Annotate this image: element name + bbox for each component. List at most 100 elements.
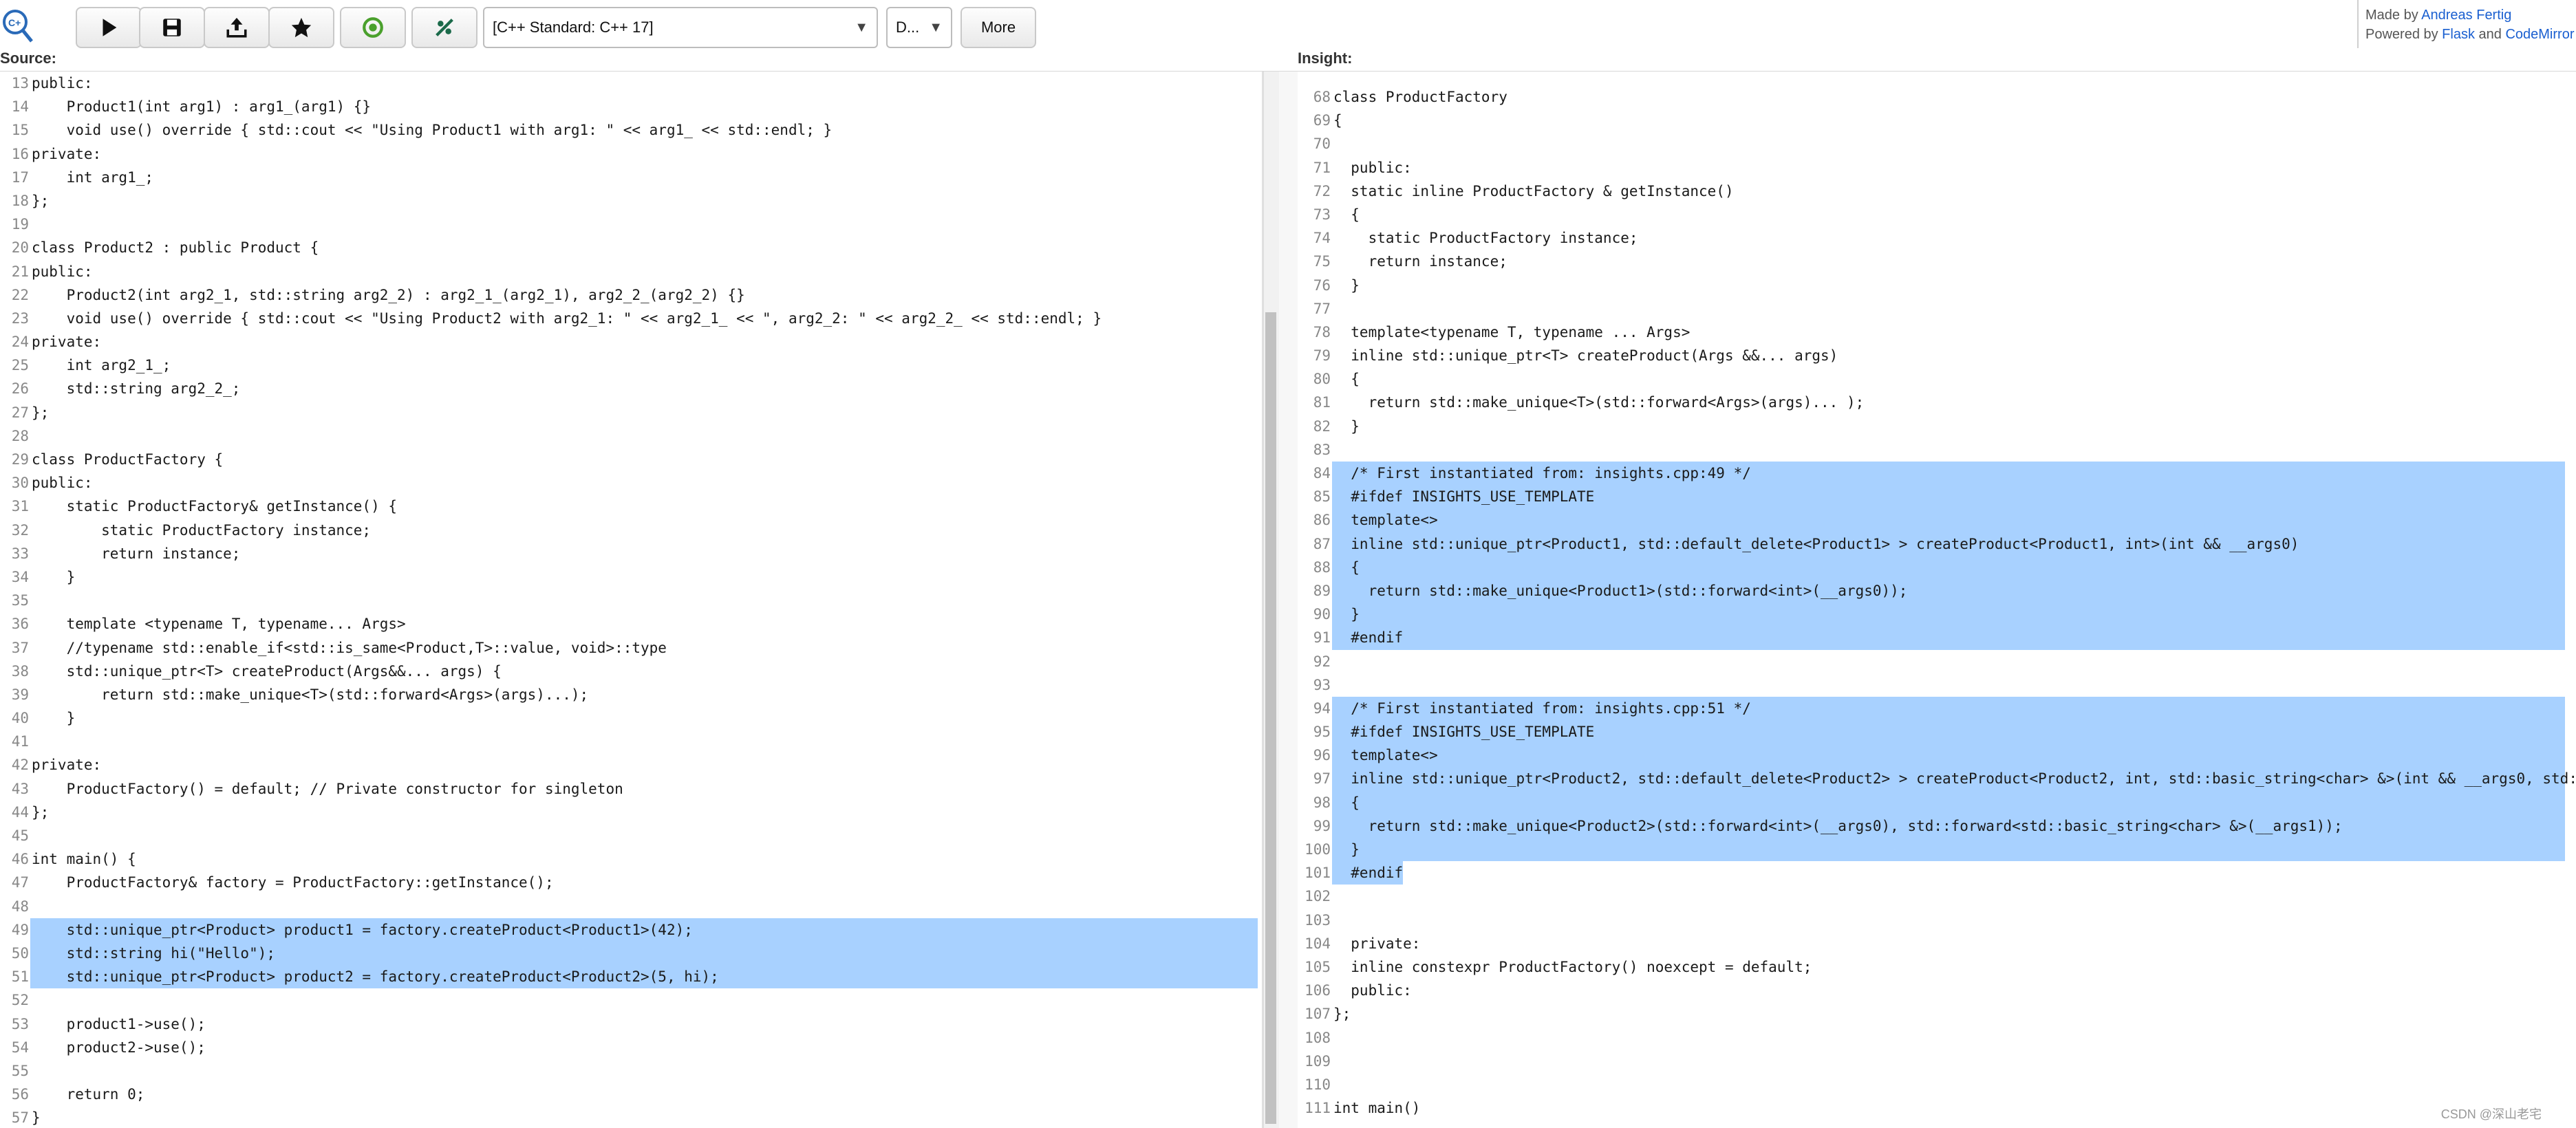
more-button[interactable]: More [960,7,1036,48]
code-line[interactable]: 28 [0,424,1262,448]
code-line[interactable]: 49 std::unique_ptr<Product> product1 = f… [0,918,1262,942]
code-line[interactable]: 111 int main() [1298,1096,2576,1120]
code-line[interactable]: 18}; [0,189,1262,213]
code-line[interactable]: 80 { [1298,367,2576,391]
code-line[interactable]: 41 [0,730,1262,753]
code-line[interactable]: 32 static ProductFactory instance; [0,519,1262,542]
code-line[interactable]: 100 } [1298,838,2576,862]
code-line[interactable]: 76 } [1298,274,2576,297]
share-button[interactable] [204,7,270,48]
code-line[interactable]: 69{ [1298,109,2576,132]
code-line[interactable]: 17 int arg1_; [0,166,1262,189]
code-line[interactable]: 79 inline std::unique_ptr<T> createProdu… [1298,344,2576,367]
code-line[interactable]: 54 product2->use(); [0,1036,1262,1059]
code-line[interactable]: 75 return instance; [1298,250,2576,273]
code-line[interactable]: 42 private: [0,753,1262,777]
insight-editor[interactable]: 68 class ProductFactory 69{70 71 public: 72 … [1298,72,2576,1128]
code-line[interactable]: 88 { [1298,555,2576,579]
source-scrollbar[interactable] [1263,72,1279,1128]
code-line[interactable]: 99 return std::make_unique<Product2>(std… [1298,814,2576,838]
code-line[interactable]: 50 std::string hi("Hello"); [0,941,1262,966]
cpp-standard-select[interactable]: [C++ Standard: C++ 17] ▼ [483,7,878,48]
code-line[interactable]: 24 private: [0,330,1262,354]
code-line[interactable]: 97 inline std::unique_ptr<Product2, std:… [1298,767,2576,791]
code-line[interactable]: 78 template<typename T, typename ... Arg… [1298,321,2576,344]
code-line[interactable]: 89 return std::make_unique<Product1>(std… [1298,578,2576,603]
code-line[interactable]: 29 class ProductFactory { [0,448,1262,471]
source-editor[interactable]: 13 public: 14 Product1(int arg1) : arg1_(a… [0,72,1263,1128]
save-button[interactable] [139,7,205,48]
code-line[interactable]: 30 public: [0,471,1262,495]
code-line[interactable]: 33 return instance; [0,542,1262,565]
code-line[interactable]: 101 #endif [1298,861,2576,885]
code-line[interactable]: 73 { [1298,203,2576,226]
code-line[interactable]: 104 private: [1298,932,2576,955]
code-line[interactable]: 74 static ProductFactory instance; [1298,226,2576,250]
code-line[interactable]: 55 [0,1059,1262,1083]
code-line[interactable]: 86 template<> [1298,508,2576,532]
code-line[interactable]: 84 /* First instantiated from: insights.… [1298,462,2576,486]
code-line[interactable]: 27}; [0,401,1262,424]
code-line[interactable]: 57} [0,1106,1262,1128]
code-line[interactable]: 48 [0,895,1262,918]
code-line[interactable]: 43 ProductFactory() = default; // Privat… [0,777,1262,801]
code-line[interactable]: 23 void use() override { std::cout << "U… [0,307,1262,330]
code-line[interactable]: 51 std::unique_ptr<Product> product2 = f… [0,965,1262,989]
pane-divider[interactable] [1278,72,1299,1128]
code-line[interactable]: 91 #endif [1298,626,2576,650]
code-line[interactable]: 109 [1298,1050,2576,1073]
code-line[interactable]: 68 class ProductFactory [1298,85,2576,109]
code-line[interactable]: 34 } [0,565,1262,589]
code-line[interactable]: 20 class Product2 : public Product { [0,236,1262,259]
code-line[interactable]: 56 return 0; [0,1083,1262,1106]
code-line[interactable]: 40 } [0,706,1262,730]
code-line[interactable]: 83 [1298,438,2576,462]
source-scrollbar-thumb[interactable] [1265,312,1276,1124]
code-line[interactable]: 46 int main() { [0,847,1262,871]
code-line[interactable]: 31 static ProductFactory& getInstance() … [0,495,1262,518]
code-line[interactable]: 13 public: [0,72,1262,95]
code-line[interactable]: 108 [1298,1026,2576,1050]
code-line[interactable]: 35 [0,589,1262,612]
code-line[interactable]: 15 void use() override { std::cout << "U… [0,118,1262,142]
code-line[interactable]: 87 inline std::unique_ptr<Product1, std:… [1298,532,2576,556]
code-line[interactable]: 103 [1298,909,2576,932]
code-line[interactable]: 47 ProductFactory& factory = ProductFact… [0,871,1262,894]
code-line[interactable]: 82 } [1298,415,2576,438]
code-line[interactable]: 106 public: [1298,979,2576,1002]
code-line[interactable]: 52 [0,988,1262,1012]
author-link[interactable]: Andreas Fertig [2421,8,2511,23]
code-line[interactable]: 90 } [1298,603,2576,627]
code-line[interactable]: 72 static inline ProductFactory & getIns… [1298,180,2576,203]
code-line[interactable]: 19 [0,213,1262,236]
code-line[interactable]: 93 [1298,673,2576,697]
code-line[interactable]: 96 template<> [1298,744,2576,768]
code-line[interactable]: 92 [1298,650,2576,673]
code-line[interactable]: 25 int arg2_1_; [0,354,1262,377]
code-line[interactable]: 107}; [1298,1002,2576,1026]
code-line[interactable]: 95 #ifdef INSIGHTS_USE_TEMPLATE [1298,720,2576,744]
code-line[interactable]: 21 public: [0,260,1262,283]
flask-link[interactable]: Flask [2442,27,2475,42]
code-line[interactable]: 102 [1298,885,2576,908]
code-line[interactable]: 45 [0,824,1262,847]
codemirror-link[interactable]: CodeMirror [2505,27,2574,42]
code-line[interactable]: 105 inline constexpr ProductFactory() no… [1298,955,2576,979]
code-line[interactable]: 16 private: [0,142,1262,166]
code-line[interactable]: 70 [1298,132,2576,155]
code-line[interactable]: 39 return std::make_unique<T>(std::forwa… [0,683,1262,706]
code-line[interactable]: 53 product1->use(); [0,1012,1262,1036]
code-line[interactable]: 98 { [1298,790,2576,814]
code-line[interactable]: 36 template <typename T, typename... Arg… [0,612,1262,636]
run-button[interactable] [76,7,142,48]
code-line[interactable]: 71 public: [1298,156,2576,180]
code-line[interactable]: 110 [1298,1073,2576,1096]
code-line[interactable]: 14 Product1(int arg1) : arg1_(arg1) {} [0,95,1262,118]
code-line[interactable]: 94 /* First instantiated from: insights.… [1298,696,2576,721]
quickbench-button[interactable] [411,7,477,48]
code-line[interactable]: 22 Product2(int arg2_1, std::string arg2… [0,283,1262,307]
code-line[interactable]: 81 return std::make_unique<T>(std::forwa… [1298,391,2576,414]
code-line[interactable]: 26 std::string arg2_2_; [0,377,1262,400]
favorite-button[interactable] [268,7,334,48]
compiler-explorer-button[interactable] [340,7,406,48]
